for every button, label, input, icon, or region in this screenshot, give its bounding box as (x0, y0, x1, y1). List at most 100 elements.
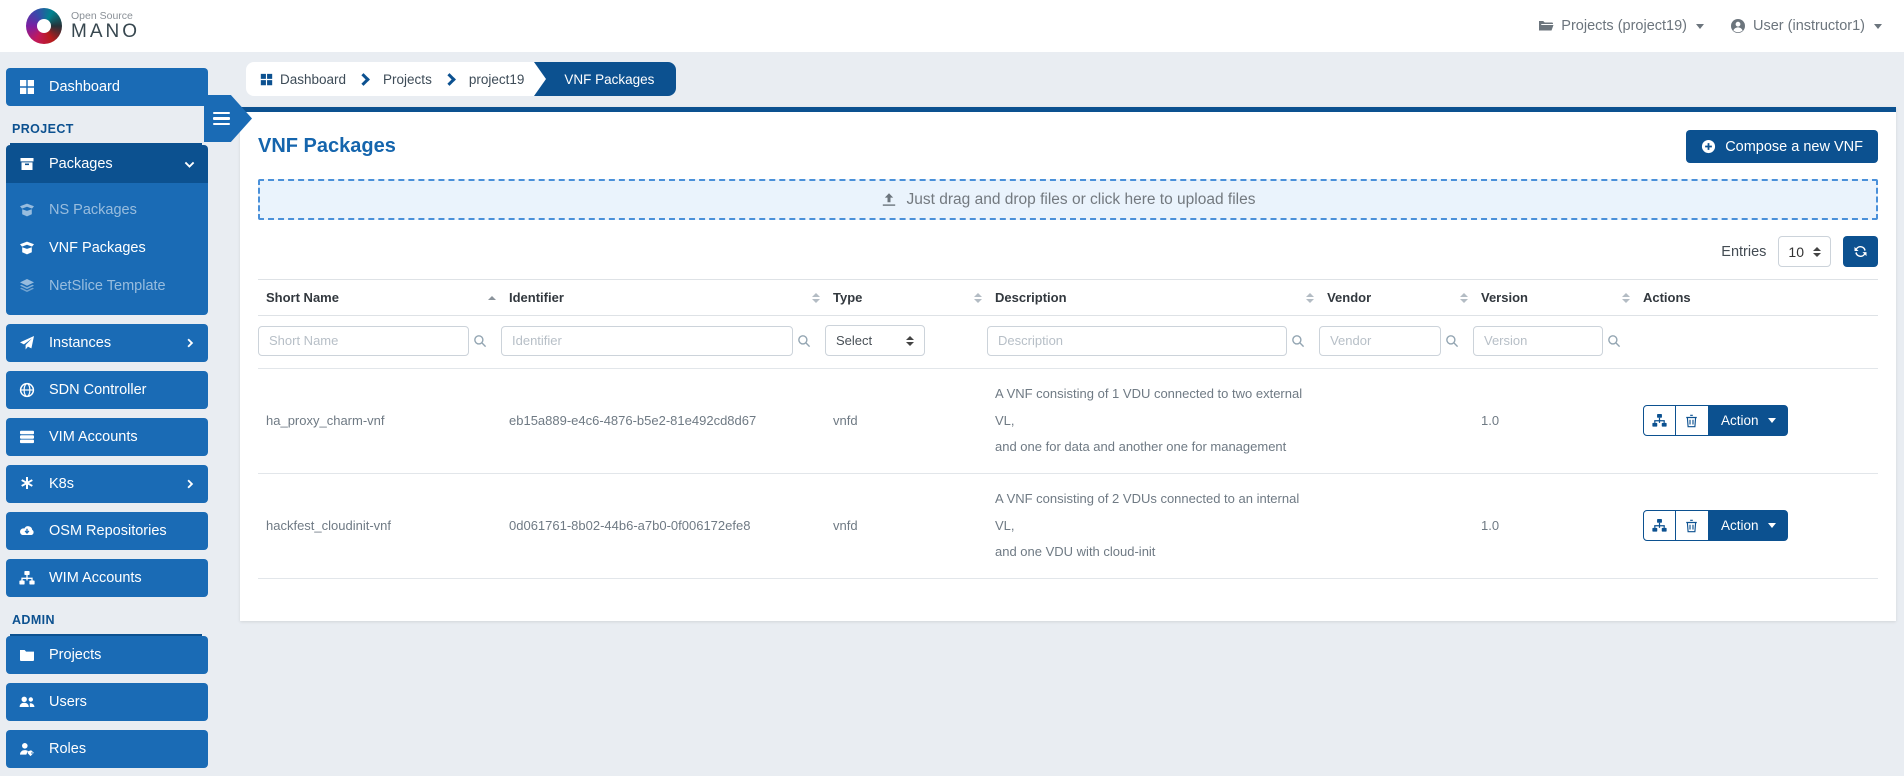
sort-asc-icon (488, 296, 496, 300)
cell-identifier: eb15a889-e4c6-4876-b5e2-81e492cd8d67 (501, 369, 825, 474)
delete-button[interactable] (1676, 510, 1709, 541)
sidebar-item-projects[interactable]: Projects (6, 636, 208, 674)
description-filter-input[interactable] (987, 326, 1287, 356)
cell-type: vnfd (825, 369, 987, 474)
show-topology-button[interactable] (1643, 510, 1676, 541)
cell-vendor (1319, 473, 1473, 578)
breadcrumb-project19[interactable]: project19 (469, 72, 525, 87)
sort-icon (974, 293, 982, 303)
sort-icon (812, 293, 820, 303)
compose-button-label: Compose a new VNF (1725, 139, 1863, 155)
refresh-button[interactable] (1843, 236, 1878, 267)
column-header-description[interactable]: Description (987, 280, 1319, 316)
globe-icon (19, 382, 35, 398)
sidebar-item-label: VNF Packages (49, 240, 146, 256)
server-icon (19, 429, 35, 445)
search-icon (473, 334, 487, 348)
identifier-filter-input[interactable] (501, 326, 793, 356)
plus-circle-icon (1701, 139, 1716, 154)
chevron-separator-icon (443, 73, 456, 86)
entries-value: 10 (1788, 244, 1804, 260)
cell-type: vnfd (825, 473, 987, 578)
action-dropdown-button[interactable]: Action (1709, 510, 1788, 541)
stepper-icon (906, 336, 914, 346)
column-header-short-name[interactable]: Short Name (258, 280, 501, 316)
column-header-version[interactable]: Version (1473, 280, 1635, 316)
type-select-label: Select (836, 333, 872, 348)
entries-per-page-select[interactable]: 10 (1778, 236, 1831, 267)
compose-new-vnf-button[interactable]: Compose a new VNF (1686, 130, 1878, 163)
user-menu[interactable]: User (instructor1) (1730, 18, 1882, 34)
sidebar-item-label: OSM Repositories (49, 523, 167, 539)
table-filter-row: Select (258, 316, 1878, 369)
chevron-right-icon (185, 338, 195, 348)
breadcrumb-label: project19 (469, 72, 525, 87)
cloud-download-icon (19, 523, 35, 539)
sidebar-item-users[interactable]: Users (6, 683, 208, 721)
cell-description: A VNF consisting of 1 VDU connected to t… (987, 369, 1319, 474)
folder-open-icon (1538, 18, 1554, 34)
asterisk-icon (19, 476, 35, 492)
breadcrumb: Dashboard Projects project19 VNF Package… (246, 62, 676, 96)
osm-logo: Open Source MANO (26, 8, 140, 44)
sidebar-item-label: Projects (49, 647, 101, 663)
sidebar-item-dashboard[interactable]: Dashboard (6, 68, 208, 106)
delete-button[interactable] (1676, 405, 1709, 436)
stepper-icon (1813, 247, 1821, 257)
column-header-type[interactable]: Type (825, 280, 987, 316)
sidebar-item-k8s[interactable]: K8s (6, 465, 208, 503)
sidebar-item-instances[interactable]: Instances (6, 324, 208, 362)
projects-menu[interactable]: Projects (project19) (1538, 18, 1704, 34)
action-dropdown-button[interactable]: Action (1709, 405, 1788, 436)
version-filter-input[interactable] (1473, 326, 1603, 356)
sitemap-icon (1652, 518, 1667, 533)
cell-version: 1.0 (1473, 369, 1635, 474)
entries-label: Entries (1721, 244, 1766, 260)
table-row: hackfest_cloudinit-vnf 0d061761-8b02-44b… (258, 473, 1878, 578)
sidebar: Dashboard PROJECT Packages NS Packages V… (0, 52, 214, 776)
box-open-icon (19, 240, 35, 256)
sidebar-item-ns-packages[interactable]: NS Packages (6, 191, 208, 229)
hamburger-icon (213, 112, 230, 115)
breadcrumb-projects[interactable]: Projects (383, 72, 432, 87)
chevron-down-icon (184, 159, 195, 170)
top-bar: Open Source MANO Projects (project19) Us… (0, 0, 1904, 52)
sidebar-item-vim-accounts[interactable]: VIM Accounts (6, 418, 208, 456)
sidebar-item-roles[interactable]: Roles (6, 730, 208, 768)
sidebar-item-osm-repositories[interactable]: OSM Repositories (6, 512, 208, 550)
user-menu-label: User (instructor1) (1753, 18, 1865, 34)
dashboard-grid-icon (19, 79, 35, 95)
vendor-filter-input[interactable] (1319, 326, 1441, 356)
sidebar-item-wim-accounts[interactable]: WIM Accounts (6, 559, 208, 597)
column-header-vendor[interactable]: Vendor (1319, 280, 1473, 316)
sitemap-icon (19, 570, 35, 586)
file-dropzone[interactable]: Just drag and drop files or click here t… (258, 179, 1878, 220)
refresh-icon (1853, 244, 1868, 259)
breadcrumb-label: Projects (383, 72, 432, 87)
sidebar-item-label: Instances (49, 335, 111, 351)
logo-name-text: MANO (71, 22, 140, 42)
cell-version: 1.0 (1473, 473, 1635, 578)
sidebar-item-label: Packages (49, 156, 113, 172)
sidebar-item-packages[interactable]: Packages (6, 145, 208, 183)
breadcrumb-dashboard[interactable]: Dashboard (260, 72, 346, 87)
column-header-identifier[interactable]: Identifier (501, 280, 825, 316)
osm-logo-icon (26, 8, 62, 44)
main-content: Dashboard Projects project19 VNF Package… (214, 52, 1904, 776)
column-header-actions: Actions (1635, 280, 1878, 316)
sidebar-item-label: SDN Controller (49, 382, 147, 398)
caret-down-icon (1768, 523, 1776, 528)
sidebar-item-netslice-template[interactable]: NetSlice Template (6, 267, 208, 305)
breadcrumb-vnf-packages-active[interactable]: VNF Packages (534, 62, 676, 96)
trash-icon (1685, 414, 1698, 428)
search-icon (1291, 334, 1305, 348)
sidebar-item-label: NetSlice Template (49, 278, 166, 294)
sidebar-item-vnf-packages[interactable]: VNF Packages (6, 229, 208, 267)
sidebar-item-label: Users (49, 694, 87, 710)
sidebar-section-project: PROJECT (10, 116, 202, 145)
search-icon (797, 334, 811, 348)
type-filter-select[interactable]: Select (825, 325, 925, 356)
sidebar-item-sdn-controller[interactable]: SDN Controller (6, 371, 208, 409)
short-name-filter-input[interactable] (258, 326, 469, 356)
show-topology-button[interactable] (1643, 405, 1676, 436)
